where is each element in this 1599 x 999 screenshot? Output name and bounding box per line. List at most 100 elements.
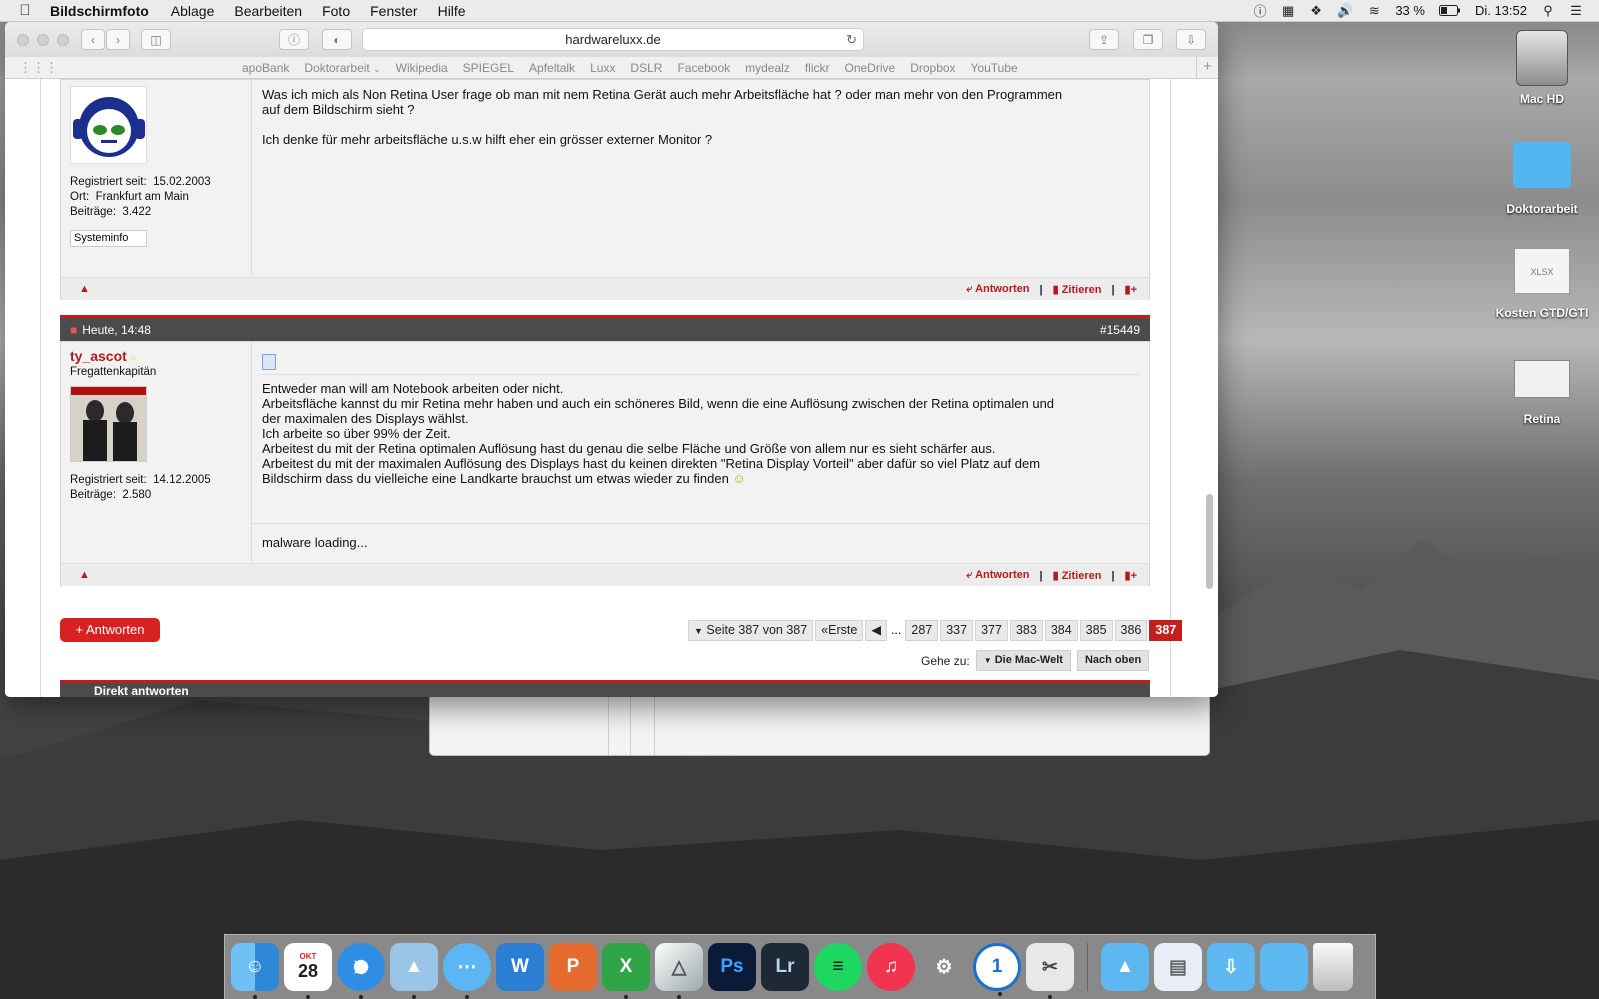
- spotify-icon[interactable]: ≡: [814, 943, 862, 991]
- new-tab-button[interactable]: +: [1196, 57, 1218, 79]
- reply-button[interactable]: ⤶ Antworten: [966, 569, 1029, 582]
- desktop-icon-retina[interactable]: Retina: [1487, 360, 1597, 426]
- battery-icon[interactable]: [1438, 5, 1461, 16]
- desktop-icon-doktorarbeit[interactable]: Doktorarbeit: [1487, 142, 1597, 216]
- page-link[interactable]: 386: [1114, 620, 1148, 641]
- applications-folder-icon[interactable]: ▲: [1101, 943, 1149, 991]
- background-window[interactable]: [429, 690, 1210, 756]
- sidebar-button[interactable]: ◫: [141, 29, 171, 50]
- avatar[interactable]: [70, 386, 147, 462]
- share-button[interactable]: ⇪: [1089, 29, 1119, 50]
- first-page-link[interactable]: «Erste: [815, 620, 864, 641]
- systeminfo-button[interactable]: Systeminfo: [70, 230, 147, 247]
- prism-icon[interactable]: △: [655, 943, 703, 999]
- favorite-facebook[interactable]: Facebook: [677, 61, 730, 75]
- goto-forum-dropdown[interactable]: ▼ Die Mac-Welt: [975, 650, 1071, 671]
- page-selector[interactable]: ▼ Seite 387 von 387: [688, 620, 814, 641]
- clock[interactable]: Di. 13:52: [1475, 3, 1527, 18]
- zoom-window-button[interactable]: [57, 33, 69, 46]
- lightroom-icon[interactable]: Lr: [761, 943, 809, 991]
- folder-icon[interactable]: [1260, 943, 1308, 991]
- favorite-apfeltalk[interactable]: Apfeltalk: [529, 61, 575, 75]
- 1password-icon[interactable]: 1: [973, 943, 1021, 996]
- favorite-youtube[interactable]: YouTube: [971, 61, 1018, 75]
- tabs-overview-button[interactable]: ❐: [1133, 29, 1163, 50]
- safari-icon[interactable]: ➤: [337, 943, 385, 999]
- page-link[interactable]: 377: [975, 620, 1008, 641]
- extension-button[interactable]: ◐: [322, 29, 352, 50]
- reply-button[interactable]: ⤶ Antworten: [966, 283, 1029, 296]
- multiquote-button[interactable]: ▮+: [1125, 569, 1137, 582]
- downloads-folder-icon[interactable]: ⇩: [1207, 943, 1255, 991]
- menu-foto[interactable]: Foto: [322, 3, 350, 19]
- volume-icon[interactable]: 🔊: [1337, 3, 1353, 19]
- desktop-icon-kosten[interactable]: XLSX Kosten GTD/GTI: [1487, 248, 1597, 320]
- system-preferences-icon[interactable]: ⚙: [920, 943, 968, 991]
- menu-bearbeiten[interactable]: Bearbeiten: [234, 3, 302, 19]
- menu-fenster[interactable]: Fenster: [370, 3, 417, 19]
- quote-button[interactable]: ▮ Zitieren: [1053, 283, 1102, 296]
- favorite-mydealz[interactable]: mydealz: [745, 61, 790, 75]
- prev-page-link[interactable]: ◀: [865, 620, 887, 641]
- dropbox-icon[interactable]: ❖: [1309, 3, 1323, 19]
- page-link[interactable]: 385: [1079, 620, 1113, 641]
- back-to-top-button[interactable]: Nach oben: [1076, 650, 1150, 671]
- drawer-status-icon[interactable]: ▦: [1281, 3, 1295, 19]
- apple-menu-icon[interactable]: : [0, 2, 50, 19]
- signature: malware loading...: [262, 535, 368, 550]
- favorite-doktorarbeit[interactable]: Doktorarbeit ⌄: [304, 61, 380, 75]
- multiquote-button[interactable]: ▮+: [1125, 283, 1137, 296]
- page-link[interactable]: 383: [1009, 620, 1043, 641]
- itunes-icon[interactable]: ♫: [867, 943, 915, 991]
- calendar-icon[interactable]: OKT 28: [284, 943, 332, 999]
- notification-center-icon[interactable]: ☰: [1569, 3, 1583, 19]
- favorite-onedrive[interactable]: OneDrive: [845, 61, 896, 75]
- vertical-scrollbar[interactable]: [1205, 79, 1214, 697]
- documents-stack-icon[interactable]: ▤: [1154, 943, 1202, 991]
- preview-icon[interactable]: ▲: [390, 943, 438, 999]
- screenshot-app-icon[interactable]: ✂: [1026, 943, 1074, 999]
- menu-app-name[interactable]: Bildschirmfoto: [50, 3, 149, 19]
- back-button[interactable]: ‹: [81, 29, 105, 50]
- favorite-apobank[interactable]: apoBank: [242, 61, 289, 75]
- photoshop-icon[interactable]: Ps: [708, 943, 756, 991]
- 1password-extension-button[interactable]: ⓘ: [279, 29, 309, 50]
- forward-button[interactable]: ›: [106, 29, 130, 50]
- reload-icon[interactable]: ↻: [846, 29, 857, 50]
- report-post-icon[interactable]: ▲: [79, 569, 90, 581]
- page-link[interactable]: 287: [905, 620, 939, 641]
- close-window-button[interactable]: [17, 33, 29, 46]
- avatar[interactable]: [70, 86, 147, 164]
- wifi-icon[interactable]: ≋: [1367, 3, 1381, 19]
- word-icon[interactable]: W: [496, 943, 544, 991]
- menu-ablage[interactable]: Ablage: [171, 3, 215, 19]
- favorite-flickr[interactable]: flickr: [805, 61, 830, 75]
- new-reply-button[interactable]: + Antworten: [60, 618, 160, 642]
- favorite-dslr[interactable]: DSLR: [630, 61, 662, 75]
- 1password-status-icon[interactable]: ⓘ: [1253, 1, 1267, 20]
- desktop-icon-mac-hd[interactable]: Mac HD: [1487, 30, 1597, 106]
- report-post-icon[interactable]: ▲: [79, 283, 90, 295]
- top-sites-icon[interactable]: ⋮⋮⋮: [19, 60, 58, 76]
- page-link[interactable]: 337: [940, 620, 974, 641]
- address-bar[interactable]: hardwareluxx.de ↻: [362, 28, 864, 51]
- menu-hilfe[interactable]: Hilfe: [438, 3, 466, 19]
- quote-button[interactable]: ▮ Zitieren: [1053, 569, 1102, 582]
- post-number-link[interactable]: #15449: [1100, 323, 1140, 337]
- messages-icon[interactable]: ⋯: [443, 943, 491, 999]
- favorite-spiegel[interactable]: SPIEGEL: [463, 61, 514, 75]
- excel-icon[interactable]: X: [602, 943, 650, 999]
- trash-icon[interactable]: [1313, 943, 1353, 991]
- downloads-button[interactable]: ⇩: [1176, 29, 1206, 50]
- favorite-wikipedia[interactable]: Wikipedia: [396, 61, 448, 75]
- page-link[interactable]: 384: [1044, 620, 1078, 641]
- favorite-luxx[interactable]: Luxx: [590, 61, 615, 75]
- finder-icon[interactable]: ☺: [231, 943, 279, 999]
- minimize-window-button[interactable]: [37, 33, 49, 46]
- favorite-dropbox[interactable]: Dropbox: [910, 61, 955, 75]
- goto-label: Gehe zu:: [921, 653, 970, 668]
- scrollbar-thumb[interactable]: [1206, 494, 1213, 589]
- spotlight-search-icon[interactable]: ⚲: [1541, 3, 1555, 19]
- author-name-link[interactable]: ty_ascot ○: [70, 348, 136, 364]
- powerpoint-icon[interactable]: P: [549, 943, 597, 991]
